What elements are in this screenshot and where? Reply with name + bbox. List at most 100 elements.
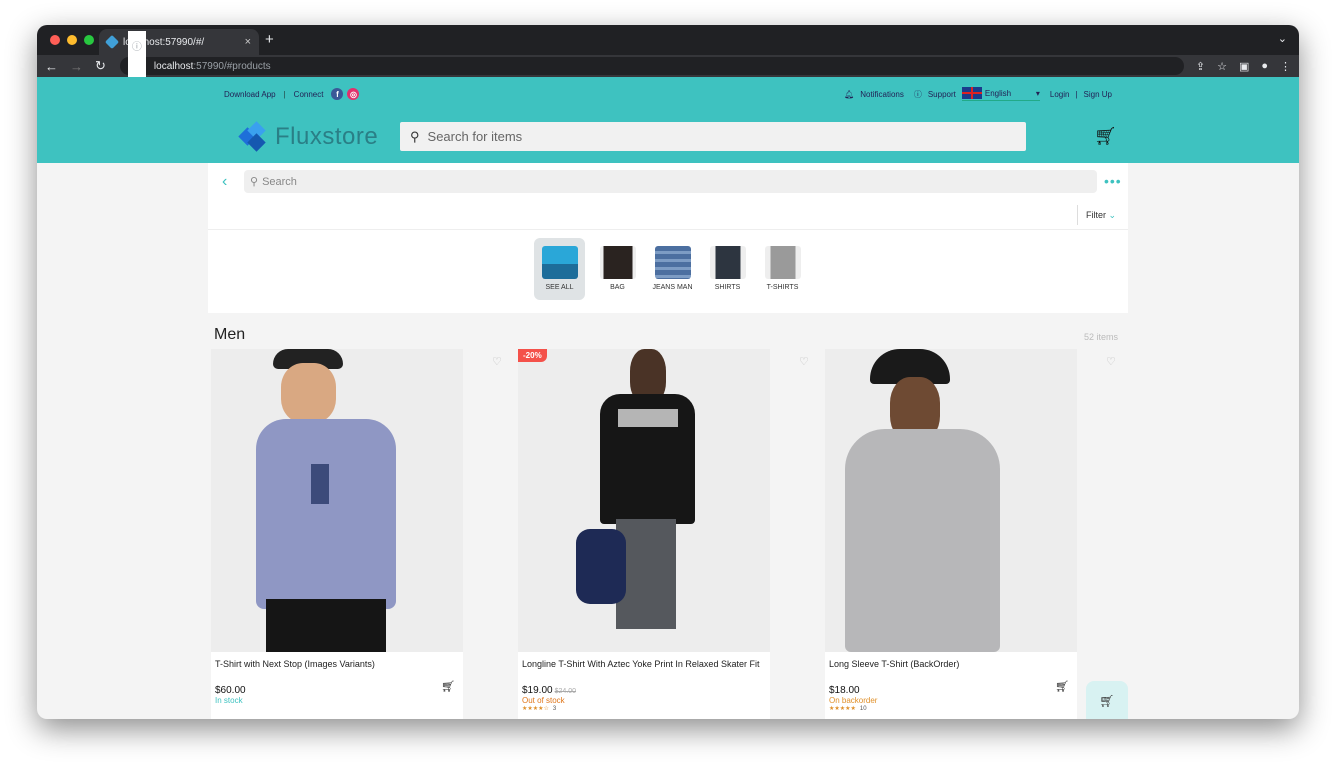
download-app-link[interactable]: Download App <box>224 90 276 99</box>
tab-close-button[interactable]: × <box>245 36 251 48</box>
stock-status: Out of stock <box>522 696 565 705</box>
backpack-shape <box>576 529 626 604</box>
print-shape <box>618 409 678 427</box>
logo-icon <box>238 121 267 152</box>
more-options-icon[interactable]: ••• <box>1104 173 1122 189</box>
heart-icon[interactable]: ♡ <box>799 355 809 368</box>
product-info: Long Sleeve T-Shirt (BackOrder) $18.00 O… <box>825 652 1077 719</box>
main-content: ‹ ⚲ Search ••• Filter ⌄ SEE ALL BAG JEAN… <box>208 163 1128 719</box>
chevron-down-icon: ⌄ <box>1108 210 1117 220</box>
chevron-down-icon: ▾ <box>1035 88 1040 98</box>
category-bag[interactable]: BAG <box>595 238 640 300</box>
connect-label: Connect <box>293 89 324 99</box>
language-select[interactable]: English ▾ <box>961 87 1040 101</box>
facebook-icon[interactable]: f <box>331 88 344 100</box>
catalog-search-input[interactable]: ⚲ Search <box>244 170 1097 193</box>
site-header: Download App | Connect f ◎ 🔔︎ Notificati… <box>37 77 1299 163</box>
price-current: $60.00 <box>215 685 246 696</box>
add-to-cart-icon: 🛒︎ <box>1099 694 1115 708</box>
close-window-button[interactable] <box>50 35 60 45</box>
product-info: Longline T-Shirt With Aztec Yoke Print I… <box>518 652 770 719</box>
category-thumbnail <box>541 246 578 279</box>
product-image[interactable] <box>211 349 463 652</box>
product-info: T-Shirt with Next Stop (Images Variants)… <box>211 652 463 719</box>
search-icon: ⚲ <box>410 128 420 144</box>
product-image[interactable] <box>518 349 770 652</box>
filter-button[interactable]: Filter ⌄ <box>1077 205 1116 225</box>
brand[interactable]: Fluxstore <box>238 121 378 152</box>
url-host: localhost <box>153 60 194 72</box>
category-thumbnail <box>599 246 636 279</box>
category-list: SEE ALL BAG JEANS MAN SHIRTS T-SHIRTS <box>534 238 805 300</box>
cart-icon[interactable]: 🛒︎ <box>1094 126 1117 147</box>
menu-kebab-icon[interactable]: ⋮ <box>1280 60 1291 73</box>
bookmark-star-icon[interactable]: ☆ <box>1217 60 1227 73</box>
profile-icon[interactable]: ● <box>1261 60 1268 73</box>
item-count: 52 items <box>1083 332 1118 342</box>
category-t-shirts[interactable]: T-SHIRTS <box>760 238 805 300</box>
product-name[interactable]: Longline T-Shirt With Aztec Yoke Print I… <box>522 659 766 683</box>
minimize-window-button[interactable] <box>67 35 77 45</box>
share-icon[interactable]: ⇪ <box>1196 60 1205 73</box>
category-shirts[interactable]: SHIRTS <box>705 238 750 300</box>
tab-search-icon[interactable]: ⌄ <box>1278 32 1287 45</box>
product-card[interactable]: ♡ Long Sleeve T-Shirt (BackOrder) $18.00… <box>825 349 1116 719</box>
maximize-window-button[interactable] <box>84 35 94 45</box>
product-image[interactable] <box>825 349 1077 652</box>
favicon-icon <box>104 34 120 50</box>
side-panel-icon[interactable]: ▣ <box>1239 60 1249 73</box>
login-link[interactable]: Login <box>1050 90 1070 99</box>
product-card[interactable]: ♡ T-Shirt with Next Stop (Images Variant… <box>211 349 502 719</box>
new-tab-button[interactable]: + <box>265 31 274 48</box>
url-field[interactable]: ⓘ localhost:57990/#products <box>119 31 1184 101</box>
signup-link[interactable]: Sign Up <box>1084 90 1112 99</box>
category-see-all[interactable]: SEE ALL <box>534 238 585 300</box>
back-chevron-icon[interactable]: ‹ <box>222 173 227 191</box>
stock-status: In stock <box>215 696 243 705</box>
pocket-shape <box>311 464 329 504</box>
category-label: SHIRTS <box>714 284 741 291</box>
address-bar-row: ← → ↻ ⓘ localhost:57990/#products ⇪ ☆ ▣ … <box>37 31 1299 101</box>
add-to-cart-icon[interactable]: 🛒︎ <box>1055 680 1069 693</box>
back-arrow-icon[interactable]: ← <box>45 59 58 74</box>
rating: ★★★★☆ 3 <box>522 705 766 712</box>
floating-cart-button[interactable]: 🛒︎ <box>1086 681 1128 719</box>
shirt-shape <box>845 429 1000 652</box>
header-search-input[interactable]: ⚲ Search for items <box>400 122 1026 151</box>
catalog-panel: ‹ ⚲ Search ••• Filter ⌄ SEE ALL BAG JEAN… <box>208 163 1128 313</box>
notifications-link[interactable]: Notifications <box>860 90 904 99</box>
heart-icon[interactable]: ♡ <box>1106 355 1116 368</box>
shirt-shape <box>256 419 396 609</box>
review-count: 10 <box>859 706 867 712</box>
top-links: Download App | Connect f ◎ <box>224 88 360 100</box>
product-price: $19.00 $24.00 <box>522 685 766 696</box>
filter-label: Filter <box>1086 210 1106 220</box>
price-current: $18.00 <box>829 685 860 696</box>
help-icon[interactable]: ⓘ <box>914 89 922 100</box>
product-price: $60.00 <box>215 685 459 696</box>
product-name[interactable]: T-Shirt with Next Stop (Images Variants) <box>215 659 459 683</box>
category-thumbnail <box>654 246 691 279</box>
review-count: 3 <box>552 706 557 712</box>
category-jeans-man[interactable]: JEANS MAN <box>650 238 695 300</box>
browser-tab[interactable]: localhost:57990/#/ × <box>99 29 259 55</box>
divider <box>208 229 1128 230</box>
forward-arrow-icon[interactable]: → <box>70 59 83 74</box>
catalog-search-placeholder: Search <box>262 175 297 188</box>
support-link[interactable]: Support <box>928 90 956 99</box>
product-card[interactable]: -20% ♡ Longline T-Shirt With Aztec Yoke … <box>518 349 809 719</box>
heart-icon[interactable]: ♡ <box>492 355 502 368</box>
instagram-icon[interactable]: ◎ <box>347 88 360 100</box>
product-name[interactable]: Long Sleeve T-Shirt (BackOrder) <box>829 659 1073 683</box>
uk-flag-icon <box>961 87 982 99</box>
stock-status: On backorder <box>829 696 878 705</box>
add-to-cart-icon[interactable]: 🛒︎ <box>441 680 455 693</box>
reload-icon[interactable]: ↻ <box>95 58 106 74</box>
rating-stars: ★★★★★ <box>829 706 856 712</box>
rating: ★★★★★ 10 <box>829 705 1073 712</box>
account-links: 🔔︎ Notifications ⓘ Support English ▾ Log… <box>844 87 1112 101</box>
price-current: $19.00 <box>522 685 553 696</box>
discount-badge: -20% <box>518 349 547 362</box>
bell-icon[interactable]: 🔔︎ <box>844 90 854 99</box>
language-value: English <box>984 88 1012 98</box>
